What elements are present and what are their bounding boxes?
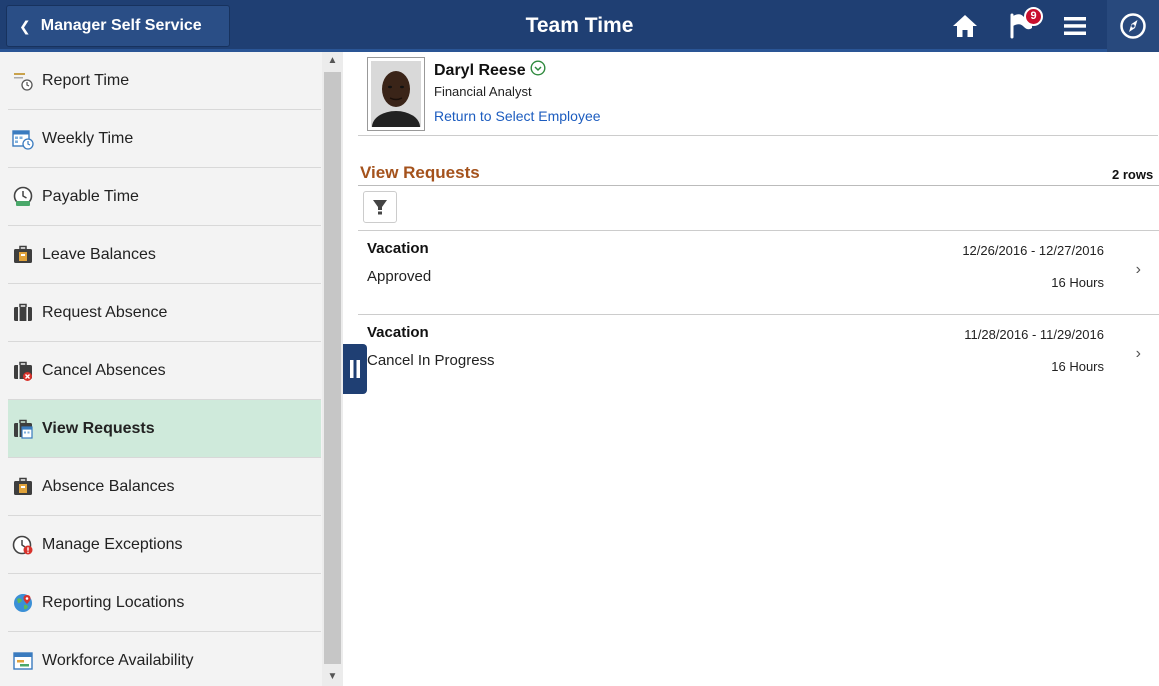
filter-icon [373,200,387,215]
sidebar-item-label: Manage Exceptions [42,535,183,553]
request-dates: 11/28/2016 - 11/29/2016 [964,327,1104,342]
reporting-locations-icon [12,592,34,614]
request-type: Vacation [367,240,429,257]
employee-name: Daryl Reese [434,61,526,79]
return-to-select-employee-link[interactable]: Return to Select Employee [434,108,601,124]
sidebar-item-workforce-availability[interactable]: Workforce Availability [8,632,321,686]
request-hours: 16 Hours [1051,359,1104,374]
notifications-flag-icon[interactable]: 9 [1000,0,1050,52]
section-title: View Requests [360,163,480,182]
workforce-availability-icon [12,650,34,672]
sidebar-list: Report Time Weekly Time Payable Time Lea… [0,52,321,686]
sidebar-item-view-requests[interactable]: View Requests [8,400,321,458]
chevron-right-icon: › [1135,261,1141,278]
sidebar-item-label: Weekly Time [42,129,134,147]
sidebar-item-label: View Requests [42,419,155,437]
home-icon[interactable] [945,0,985,52]
navbar-compass-icon[interactable] [1107,0,1159,52]
request-hours: 16 Hours [1051,275,1104,290]
report-time-icon [12,70,34,92]
chevron-right-icon: › [1135,345,1141,362]
employee-title: Financial Analyst [434,84,532,99]
sidebar: Report Time Weekly Time Payable Time Lea… [0,52,343,686]
request-absence-icon [12,302,34,324]
sidebar-item-label: Report Time [42,71,130,89]
filter-button[interactable] [363,191,397,223]
sidebar-item-label: Leave Balances [42,245,156,263]
table-row[interactable]: Vacation Approved 12/26/2016 - 12/27/201… [358,230,1159,312]
employee-name-row: Daryl Reese [434,60,546,81]
sidebar-item-cancel-absences[interactable]: Cancel Absences [8,342,321,400]
sidebar-item-payable-time[interactable]: Payable Time [8,168,321,226]
payable-time-icon [12,186,34,208]
leave-balances-icon [12,244,34,266]
requests-grid: Vacation Approved 12/26/2016 - 12/27/201… [358,185,1159,397]
request-status: Cancel In Progress [367,352,495,369]
sidebar-item-manage-exceptions[interactable]: Manage Exceptions [8,516,321,574]
employee-header: Daryl Reese Financial Analyst Return to … [358,52,1158,136]
sidebar-item-label: Absence Balances [42,477,175,495]
sidebar-item-report-time[interactable]: Report Time [8,52,321,110]
manage-exceptions-icon [12,534,34,556]
chevron-left-icon: ❮ [19,17,31,34]
request-dates: 12/26/2016 - 12/27/2016 [962,243,1104,258]
notification-badge: 9 [1024,7,1043,26]
request-status: Approved [367,268,432,285]
sidebar-item-reporting-locations[interactable]: Reporting Locations [8,574,321,632]
back-button-label: Manager Self Service [40,17,202,34]
sidebar-item-absence-balances[interactable]: Absence Balances [8,458,321,516]
sidebar-item-label: Request Absence [42,303,168,321]
row-count: 2 rows [1112,167,1154,182]
absence-balances-icon [12,476,34,498]
sidebar-item-label: Workforce Availability [42,651,194,669]
hamburger-menu-icon[interactable] [1055,0,1095,52]
sidebar-item-weekly-time[interactable]: Weekly Time [8,110,321,168]
back-button[interactable]: ❮ Manager Self Service [6,5,230,47]
request-type: Vacation [367,324,429,341]
cancel-absences-icon [12,360,34,382]
table-row[interactable]: Vacation Cancel In Progress 11/28/2016 -… [358,314,1159,396]
sidebar-scrollbar[interactable]: ▲ ▼ [322,52,343,686]
sidebar-item-label: Cancel Absences [42,361,166,379]
scroll-up-arrow-icon[interactable]: ▲ [322,52,343,70]
scroll-down-arrow-icon[interactable]: ▼ [322,668,343,686]
sidebar-item-request-absence[interactable]: Request Absence [8,284,321,342]
app-header: ❮ Manager Self Service Team Time 9 [0,0,1159,52]
employee-photo [367,57,425,131]
sidebar-item-leave-balances[interactable]: Leave Balances [8,226,321,284]
sidebar-item-label: Reporting Locations [42,593,185,611]
related-actions-chevron-icon[interactable] [530,60,546,81]
sidebar-item-label: Payable Time [42,187,139,205]
scrollbar-thumb[interactable] [324,72,341,664]
view-requests-icon [12,418,34,440]
weekly-time-icon [12,128,34,150]
